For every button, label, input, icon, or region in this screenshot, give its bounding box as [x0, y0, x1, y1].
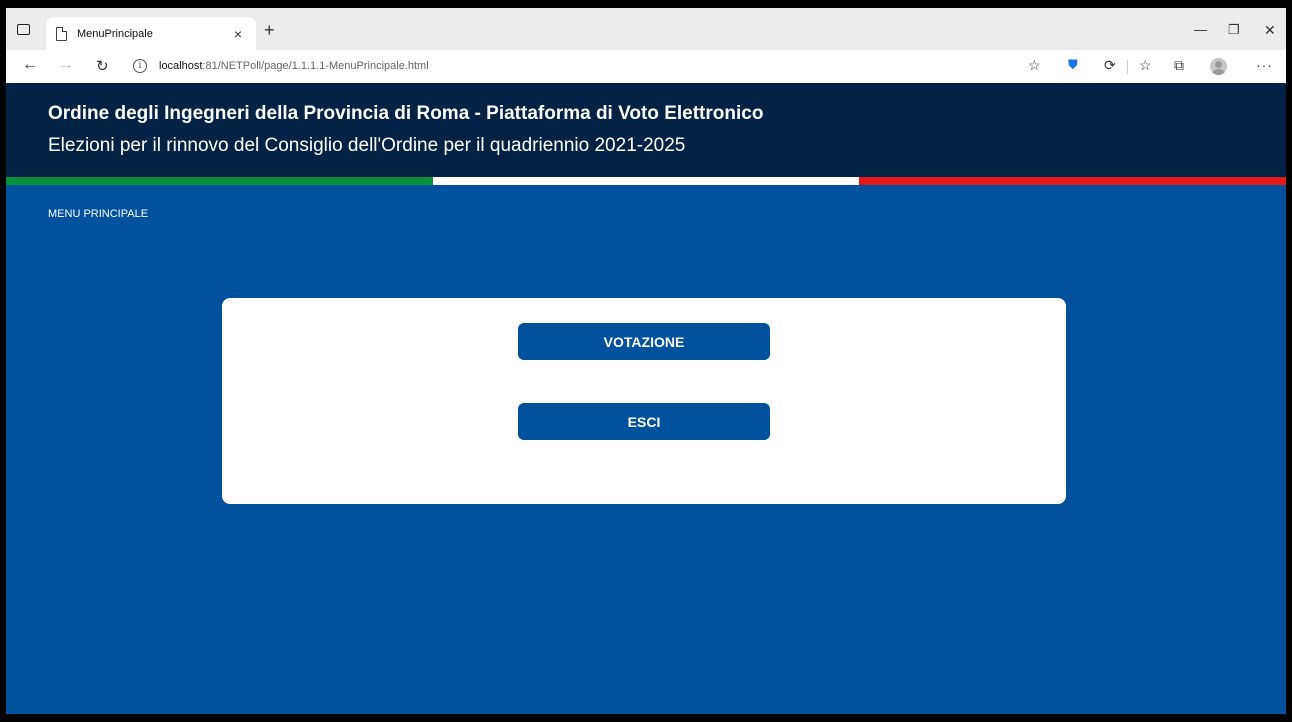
url-text[interactable]: localhost:81/NETPoll/page/1.1.1.1-MenuPr… — [159, 60, 429, 72]
url-path: :81/NETPoll/page/1.1.1.1-MenuPrincipale.… — [202, 60, 429, 72]
profile-avatar-icon[interactable] — [1210, 58, 1227, 75]
favorite-star-icon[interactable]: ☆ — [1028, 57, 1041, 74]
restore-button[interactable]: ❐ — [1228, 22, 1240, 38]
tab-title: MenuPrincipale — [77, 27, 153, 40]
address-toolbar: ← → ↻ i localhost:81/NETPoll/page/1.1.1.… — [6, 50, 1286, 84]
shield-icon[interactable]: ⛊ — [1068, 57, 1078, 73]
favorites-icon[interactable]: ☆ — [1139, 57, 1152, 74]
collections-icon[interactable]: ⧉ — [1174, 57, 1184, 74]
toolbar-divider — [1127, 60, 1128, 74]
extensions-icon[interactable]: ⟳ — [1104, 57, 1116, 74]
exit-button[interactable]: ESCI — [518, 403, 770, 440]
page-title: Ordine degli Ingegneri della Provincia d… — [48, 103, 764, 124]
back-button[interactable]: ← — [22, 56, 38, 74]
flag-green-stripe — [6, 177, 433, 185]
close-window-button[interactable]: ✕ — [1264, 22, 1276, 39]
info-icon[interactable]: i — [133, 59, 147, 73]
new-tab-button[interactable]: + — [264, 21, 275, 39]
flag-white-stripe — [432, 177, 860, 185]
minimize-button[interactable]: — — [1194, 22, 1207, 37]
site-header: Ordine degli Ingegneri della Provincia d… — [6, 83, 1286, 177]
flag-red-stripe — [859, 177, 1286, 185]
reload-button[interactable]: ↻ — [96, 57, 109, 75]
menu-panel: VOTAZIONE ESCI — [222, 298, 1066, 504]
browser-window: MenuPrincipale × + — ❐ ✕ ← → ↻ i localho… — [6, 8, 1286, 714]
tab-close-icon[interactable]: × — [230, 26, 246, 42]
browser-tab[interactable]: MenuPrincipale × — [46, 17, 256, 50]
url-host: localhost — [159, 60, 203, 72]
tab-strip: MenuPrincipale × + — ❐ ✕ — [6, 8, 1286, 50]
breadcrumb: MENU PRINCIPALE — [48, 208, 149, 220]
page-icon — [56, 26, 67, 41]
page-subtitle: Elezioni per il rinnovo del Consiglio de… — [48, 135, 686, 156]
italian-flag-bar — [6, 177, 1286, 185]
vote-button[interactable]: VOTAZIONE — [518, 323, 770, 360]
more-icon[interactable]: ··· — [1256, 57, 1273, 73]
tab-actions-icon[interactable] — [14, 20, 32, 38]
address-bar[interactable]: i localhost:81/NETPoll/page/1.1.1.1-Menu… — [129, 55, 1029, 77]
forward-button[interactable]: → — [58, 56, 74, 74]
page-content: Ordine degli Ingegneri della Provincia d… — [6, 83, 1286, 714]
